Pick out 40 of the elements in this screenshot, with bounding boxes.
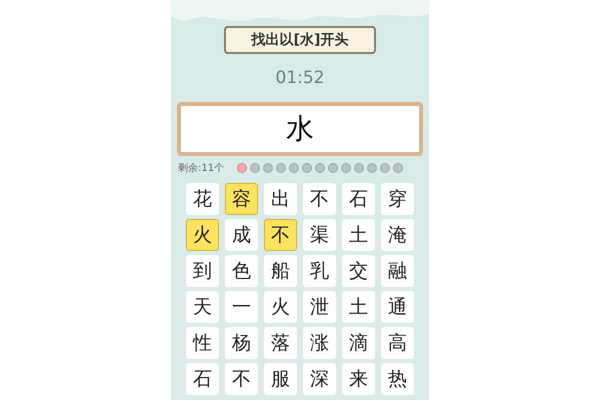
character-tile[interactable]: 石	[342, 183, 375, 215]
character-tile[interactable]: 一	[225, 291, 258, 323]
prompt-character: 水	[286, 111, 314, 147]
character-tile[interactable]: 交	[342, 255, 375, 287]
character-tile[interactable]: 融	[381, 255, 414, 287]
character-tile[interactable]: 通	[381, 291, 414, 323]
character-tile[interactable]: 涨	[303, 327, 336, 359]
character-tile[interactable]: 服	[264, 363, 297, 395]
character-tile[interactable]: 乳	[303, 255, 336, 287]
timer: 01:52	[276, 68, 324, 88]
character-tile[interactable]: 成	[225, 219, 258, 251]
character-tile[interactable]: 落	[264, 327, 297, 359]
character-tile[interactable]: 船	[264, 255, 297, 287]
title: 找出以[水]开头	[252, 32, 348, 48]
character-tile[interactable]: 滴	[342, 327, 375, 359]
character-tile[interactable]: 土	[342, 219, 375, 251]
character-tile[interactable]: 火	[186, 219, 219, 251]
character-tile[interactable]: 火	[264, 291, 297, 323]
character-tile[interactable]: 不	[225, 363, 258, 395]
character-tile[interactable]: 天	[186, 291, 219, 323]
character-tile[interactable]: 容	[225, 183, 258, 215]
character-tile[interactable]: 性	[186, 327, 219, 359]
character-tile[interactable]: 出	[264, 183, 297, 215]
character-tile[interactable]: 到	[186, 255, 219, 287]
character-tile[interactable]: 石	[186, 363, 219, 395]
character-tile[interactable]: 不	[303, 183, 336, 215]
character-tile[interactable]: 高	[381, 327, 414, 359]
character-tile[interactable]: 来	[342, 363, 375, 395]
character-tile[interactable]: 杨	[225, 327, 258, 359]
character-tile[interactable]: 深	[303, 363, 336, 395]
remaining-count: 剩余:11个	[178, 162, 224, 175]
character-tile[interactable]: 泄	[303, 291, 336, 323]
character-tile[interactable]: 花	[186, 183, 219, 215]
character-tile[interactable]: 土	[342, 291, 375, 323]
character-tile[interactable]: 色	[225, 255, 258, 287]
character-tile[interactable]: 渠	[303, 219, 336, 251]
character-tile[interactable]: 穿	[381, 183, 414, 215]
character-tile[interactable]: 不	[264, 219, 297, 251]
character-tile[interactable]: 淹	[381, 219, 414, 251]
character-tile[interactable]: 热	[381, 363, 414, 395]
